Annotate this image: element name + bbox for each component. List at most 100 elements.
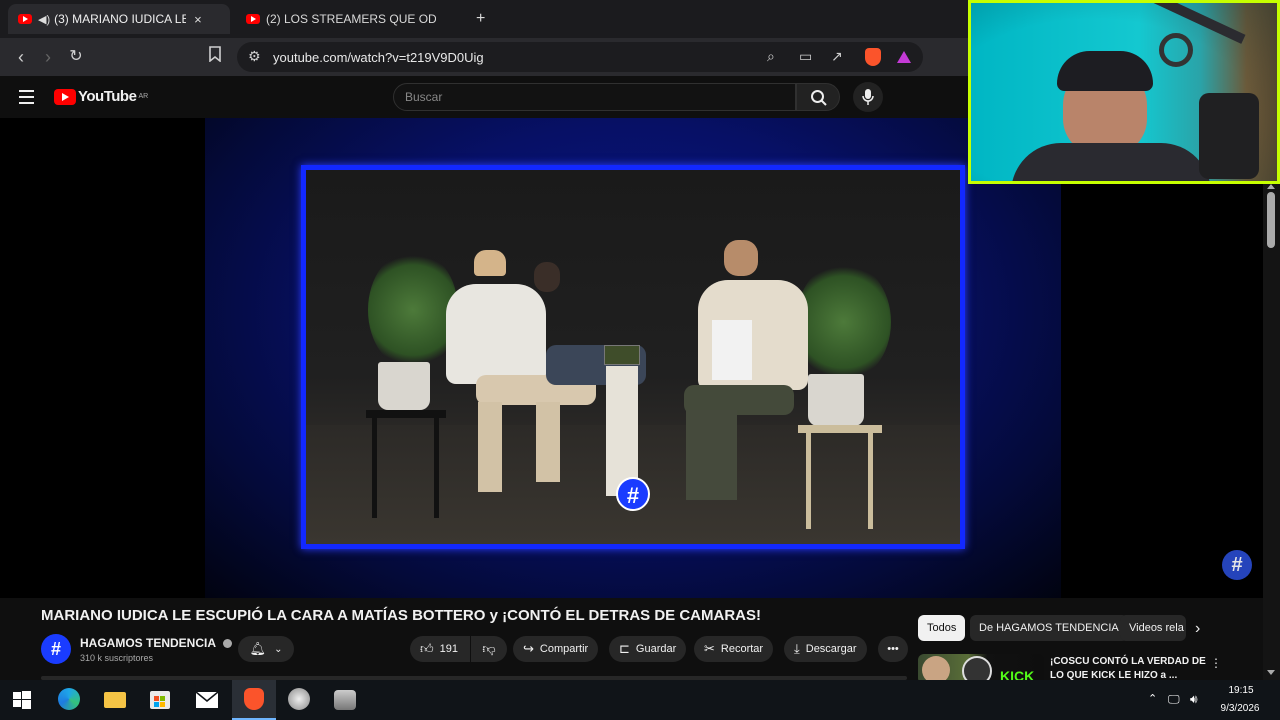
tab-close-icon[interactable]: × — [194, 12, 202, 27]
youtube-header: YouTube AR Buscar — [0, 76, 968, 118]
scroll-up-arrow-icon[interactable] — [1267, 184, 1275, 189]
scene-person-right-leg — [711, 410, 737, 500]
youtube-logo[interactable]: YouTube AR — [54, 88, 148, 105]
share-label: Compartir — [539, 643, 589, 655]
scrollbar-thumb[interactable] — [1267, 192, 1275, 248]
network-icon[interactable]: 🖵︎ — [1168, 692, 1180, 707]
video-frame: # — [301, 165, 965, 549]
webcam-headphones — [1057, 51, 1153, 91]
youtube-play-icon — [54, 88, 76, 105]
channel-name-text: HAGAMOS TENDENCIA — [80, 636, 216, 650]
forward-icon[interactable]: › — [37, 46, 59, 68]
back-icon[interactable]: ‹ — [10, 46, 32, 68]
windows-taskbar: ⌃ 🖵︎ 🔊︎ — [0, 680, 1280, 720]
related-more-icon[interactable]: ⋮ — [1210, 656, 1222, 670]
browser-toolbar: ‹ › ↻ ⚙ youtube.com/watch?v=t219V9D0Uig … — [0, 38, 968, 76]
clip-button[interactable]: ✂ Recortar — [694, 636, 774, 662]
windows-start-icon[interactable] — [12, 688, 38, 712]
zoom-icon[interactable]: ⌕ — [767, 48, 775, 65]
webcam-overlay — [968, 0, 1280, 184]
voice-search-button[interactable] — [853, 82, 883, 112]
verified-icon — [222, 639, 232, 649]
bookmark-icon: ⊏ — [619, 641, 630, 656]
scene-person-back-head — [534, 262, 560, 292]
save-button[interactable]: ⊏ Guardar — [609, 636, 687, 662]
clip-label: Recortar — [720, 643, 764, 655]
cast-icon[interactable]: ▭ — [799, 48, 812, 65]
scene-plant-left — [368, 250, 458, 370]
scene-stool-leg — [372, 418, 377, 518]
app-icon-1[interactable] — [288, 688, 314, 712]
share-button[interactable]: ↪ Compartir — [513, 636, 599, 662]
new-tab-button[interactable]: + — [466, 4, 496, 34]
search-input[interactable]: Buscar — [393, 83, 796, 111]
subscriber-count: 310 k suscriptores — [80, 653, 154, 663]
scroll-down-arrow-icon[interactable] — [1267, 670, 1275, 675]
share-page-icon[interactable]: ↗ — [831, 48, 843, 65]
download-button[interactable]: ⤓ Descargar — [784, 636, 867, 662]
download-icon: ⤓ — [794, 641, 800, 656]
chevron-right-icon[interactable]: › — [1195, 620, 1200, 638]
thumbs-up-icon: 👍︎ — [420, 641, 434, 656]
brave-shields-icon[interactable] — [865, 48, 881, 66]
menu-icon[interactable] — [19, 90, 34, 104]
more-actions-button[interactable]: ••• — [878, 636, 908, 662]
scene-person-left-head — [474, 250, 506, 276]
tab-inactive[interactable]: (2) LOS STREAMERS QUE ODIAN A CUEVA — [236, 4, 458, 34]
volume-icon[interactable]: 🔊︎ — [1190, 692, 1198, 707]
app-icon-2[interactable] — [334, 688, 360, 712]
channel-name[interactable]: HAGAMOS TENDENCIA — [80, 636, 232, 650]
share-icon: ↪ — [523, 641, 534, 656]
chevron-down-icon: ⌄ — [274, 643, 283, 655]
tab-title: (3) MARIANO IUDICA LE ESCUPIÓ LA CARA — [54, 12, 187, 26]
store-icon[interactable] — [150, 688, 176, 712]
mail-icon[interactable] — [195, 688, 222, 712]
reload-icon[interactable]: ↻ — [65, 46, 87, 68]
page-scrollbar[interactable] — [1263, 118, 1280, 680]
channel-avatar[interactable]: # — [41, 634, 71, 664]
tab-active[interactable]: ◀) (3) MARIANO IUDICA LE ESCUPIÓ LA CARA… — [8, 4, 230, 34]
scene-glass — [604, 345, 640, 365]
chip-from-channel[interactable]: De HAGAMOS TENDENCIA — [970, 615, 1128, 641]
related-video-title[interactable]: ¡COSCU CONTÓ LA VERDAD DE LO QUE KICK LE… — [1050, 655, 1206, 683]
file-explorer-icon[interactable] — [104, 688, 130, 712]
chip-all[interactable]: Todos — [918, 615, 966, 641]
scene-stool-leg — [806, 433, 811, 529]
webcam-shirt — [1011, 143, 1211, 181]
channel-watermark: # — [616, 477, 650, 511]
scene-person-left-body — [446, 284, 546, 384]
thumbs-down-icon: 👎︎ — [482, 641, 496, 656]
chip-related[interactable]: Videos rela — [1120, 615, 1186, 641]
dislike-button[interactable]: 👎︎ — [471, 636, 507, 662]
like-button[interactable]: 👍︎ 191 — [410, 636, 470, 662]
taskbar-date[interactable]: 9/3/2026 — [1212, 703, 1268, 714]
tray-chevron-up-icon[interactable]: ⌃ — [1148, 692, 1157, 705]
scissors-icon: ✂ — [704, 641, 715, 656]
scene-pot-right — [808, 374, 864, 426]
edge-icon[interactable] — [58, 688, 84, 712]
youtube-favicon-icon — [246, 14, 260, 24]
brave-rewards-icon[interactable] — [897, 51, 911, 63]
scene-person-left-leg — [536, 402, 560, 482]
address-bar[interactable]: ⚙ youtube.com/watch?v=t219V9D0Uig ⌕ ▭ ↗ — [237, 42, 923, 72]
youtube-favicon-icon — [18, 14, 32, 24]
site-settings-icon[interactable]: ⚙ — [248, 48, 261, 65]
scene-person-right-leg — [686, 410, 712, 500]
taskbar-time[interactable]: 19:15 — [1218, 685, 1264, 696]
channel-branding-watermark[interactable]: # — [1222, 550, 1252, 580]
region-code: AR — [138, 93, 149, 100]
audio-playing-icon[interactable]: ◀) — [38, 13, 50, 26]
scene-person-right-head — [724, 240, 758, 276]
download-label: Descargar — [805, 643, 857, 655]
scene-pot-left — [378, 362, 430, 410]
brave-browser-icon — [244, 688, 264, 710]
search-button[interactable] — [796, 83, 840, 111]
search-icon — [811, 90, 827, 106]
bookmark-icon[interactable] — [204, 46, 226, 68]
taskbar-active-app[interactable] — [232, 680, 276, 720]
logo-text: YouTube — [78, 88, 137, 105]
like-count: 191 — [439, 643, 458, 655]
notifications-button[interactable]: 🔔︎ ⌄ — [238, 636, 294, 662]
video-player[interactable]: # # — [0, 118, 1263, 598]
video-title: MARIANO IUDICA LE ESCUPIÓ LA CARA A MATÍ… — [41, 607, 761, 624]
